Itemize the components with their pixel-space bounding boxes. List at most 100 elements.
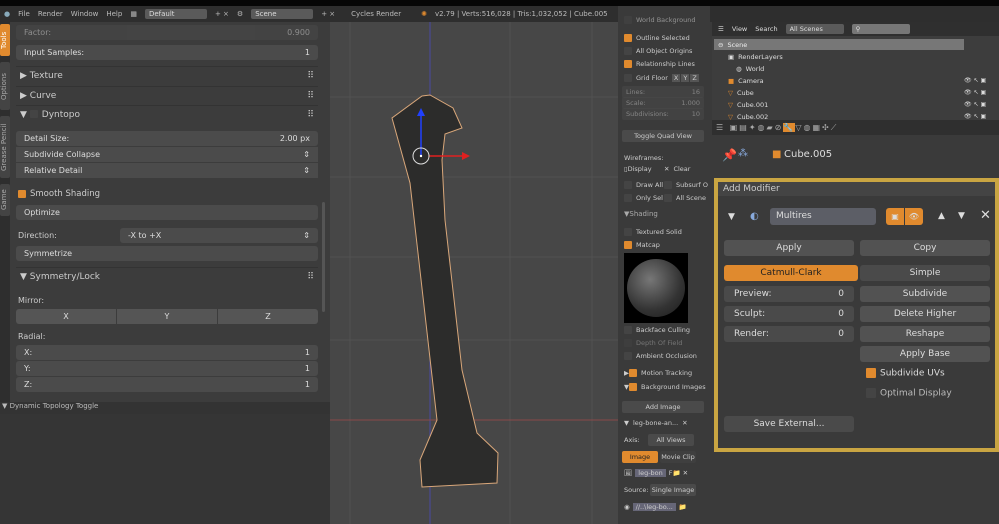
matcap-checkbox[interactable]: Matcap [624, 241, 660, 249]
tab-movie-clip[interactable]: Movie Clip [660, 451, 696, 463]
subdivide-uvs-checkbox[interactable]: Subdivide UVs [866, 368, 945, 379]
path-value[interactable]: //..\leg-bo... [632, 503, 676, 511]
outliner-item-renderlayers[interactable]: ▣ RenderLayers [714, 51, 964, 62]
draw-all-checkbox[interactable]: Draw All [624, 181, 663, 189]
outliner-item-scene[interactable]: ⊖ Scene [714, 39, 964, 50]
gizmo-x-arrowhead[interactable] [462, 152, 470, 160]
grip-icon[interactable]: ⠿ [307, 110, 314, 120]
radial-x-field[interactable]: X: 1 [16, 345, 318, 360]
tab-options[interactable]: Options [0, 62, 10, 110]
add-icon[interactable]: + × [215, 10, 229, 18]
menu-file[interactable]: File [18, 10, 30, 18]
menu-render[interactable]: Render [38, 10, 63, 18]
wire-display-button[interactable]: ▯ Display [624, 165, 652, 173]
grid-floor-checkbox[interactable]: Grid Floor X Y Z [624, 74, 699, 82]
scene-add-icon[interactable]: + × [321, 10, 335, 18]
world-background-checkbox[interactable]: World Background [624, 16, 695, 24]
viewport-canvas[interactable] [330, 22, 618, 524]
panel-motion-tracking[interactable]: ▶ Motion Tracking [624, 369, 692, 377]
input-samples-field[interactable]: Input Samples: 1 [16, 45, 318, 60]
pin-icon[interactable]: 📌 [722, 148, 737, 162]
blender-icon[interactable]: ● [4, 10, 10, 18]
all-object-origins-checkbox[interactable]: All Object Origins [624, 47, 692, 55]
panel-symmetry-lock[interactable]: ▼ Symmetry/Lock ⠿ [16, 267, 318, 285]
bg-image-item[interactable]: ▼ leg-bone-an... ✕ [624, 419, 688, 427]
visibility-toggles[interactable]: 👁 ↖ ▣ 👁 ↖ ▣ 👁 ↖ ▣ 👁 ↖ ▣ [964, 75, 986, 123]
scrollbar[interactable] [322, 202, 325, 312]
fake-user[interactable]: F [669, 469, 673, 477]
tab-tools[interactable]: Tools [0, 24, 10, 56]
add-modifier-button[interactable]: Add Modifier [718, 182, 995, 196]
panel-texture[interactable]: ▶ Texture ⠿ [16, 66, 318, 84]
copy-button[interactable]: Copy [860, 240, 990, 256]
remove-icon[interactable]: ✕ [682, 419, 687, 427]
delete-higher-button[interactable]: Delete Higher [860, 306, 990, 322]
move-up-icon[interactable]: ▲ [938, 211, 945, 221]
grid-z-toggle[interactable]: Z [690, 74, 699, 82]
direction-select[interactable]: -X to +X ⇕ [120, 228, 318, 243]
detail-size-field[interactable]: Detail Size: 2.00 px [16, 131, 318, 146]
ambient-occlusion-checkbox[interactable]: Ambient Occlusion [624, 352, 697, 360]
bone-mesh[interactable] [391, 94, 499, 488]
textured-solid-checkbox[interactable]: Textured Solid [624, 228, 682, 236]
filepath-field[interactable]: ◉ //..\leg-bo... 📁 [624, 503, 687, 511]
mirror-y-button[interactable]: Y [117, 309, 217, 324]
simple-button[interactable]: Simple [860, 265, 990, 281]
viewport-toggle-icon[interactable]: 👁 [905, 208, 923, 225]
menu-view[interactable]: View [732, 25, 747, 33]
relative-detail-select[interactable]: Relative Detail ⇕ [16, 163, 318, 178]
collapse-icon[interactable]: ▼ [728, 212, 735, 222]
subsurf-checkbox[interactable]: Subsurf O [664, 181, 708, 189]
layout-icon[interactable]: ▦ [130, 10, 137, 18]
panel-dyntopo[interactable]: ▼ Dyntopo ⠿ [16, 105, 318, 123]
depth-of-field-checkbox[interactable]: Depth Of Field [624, 339, 682, 347]
image-browse[interactable]: 🖼 leg-bon F 📁 ✕ [624, 469, 688, 477]
sculpt-levels-field[interactable]: Sculpt: 0 [724, 306, 854, 322]
save-external-button[interactable]: Save External... [724, 416, 854, 432]
3d-viewport[interactable] [330, 22, 618, 524]
outliner-item-cube[interactable]: ▽ Cube [714, 87, 964, 98]
outliner-icon[interactable]: ☰ [718, 25, 724, 33]
mirror-z-button[interactable]: Z [218, 309, 318, 324]
display-mode-select[interactable]: All Scenes [785, 24, 844, 34]
outline-selected-checkbox[interactable]: Outline Selected [624, 34, 690, 42]
dyntopo-checkbox[interactable] [29, 110, 38, 118]
catmull-clark-button[interactable]: Catmull-Clark [724, 265, 858, 281]
outliner-item-world[interactable]: ◍ World [714, 63, 964, 74]
symmetrize-button[interactable]: Symmetrize [16, 246, 318, 261]
scene-icon[interactable]: ⚙ [237, 10, 243, 18]
subdivisions-field[interactable]: Subdivisions: 10 [622, 108, 704, 120]
grip-icon[interactable]: ⠿ [307, 272, 314, 282]
source-select[interactable]: Single Image [650, 484, 696, 496]
radial-z-field[interactable]: Z: 1 [16, 377, 318, 392]
outliner-item-cube-001[interactable]: ▽ Cube.001 [714, 99, 964, 110]
axis-select[interactable]: All Views [648, 434, 694, 446]
toggle-quad-view-button[interactable]: Toggle Quad View [622, 130, 704, 142]
panel-curve[interactable]: ▶ Curve ⠿ [16, 86, 318, 104]
render-levels-field[interactable]: Render: 0 [724, 326, 854, 342]
optimize-button[interactable]: Optimize [16, 205, 318, 220]
radial-y-field[interactable]: Y: 1 [16, 361, 318, 376]
apply-button[interactable]: Apply [724, 240, 854, 256]
factor-slider[interactable]: Factor: 0.900 [16, 25, 318, 40]
subdivide-collapse-select[interactable]: Subdivide Collapse ⇕ [16, 147, 318, 162]
grid-x-toggle[interactable]: X [671, 74, 681, 82]
image-name-field[interactable]: leg-bon [635, 469, 666, 477]
smooth-shading-checkbox[interactable]: Smooth Shading [18, 189, 100, 199]
preview-levels-field[interactable]: Preview: 0 [724, 286, 854, 302]
menu-help[interactable]: Help [106, 10, 122, 18]
apply-base-button[interactable]: Apply Base [860, 346, 990, 362]
mirror-x-button[interactable]: X [16, 309, 116, 324]
matcap-preview[interactable] [624, 253, 688, 323]
add-image-button[interactable]: Add Image [622, 401, 704, 413]
tab-game[interactable]: Game [0, 184, 10, 216]
render-toggle-icon[interactable]: ▣ [886, 208, 904, 225]
grip-icon[interactable]: ⠿ [307, 91, 314, 101]
backface-culling-checkbox[interactable]: Backface Culling [624, 326, 690, 334]
panel-background-images[interactable]: ▼ Background Images [624, 383, 706, 391]
layout-selector[interactable]: Default [144, 9, 207, 19]
subdivide-button[interactable]: Subdivide [860, 286, 990, 302]
move-down-icon[interactable]: ▼ [958, 211, 965, 221]
render-engine-select[interactable]: Cycles Render [351, 10, 401, 18]
only-sel-checkbox[interactable]: Only Sel [624, 194, 663, 202]
